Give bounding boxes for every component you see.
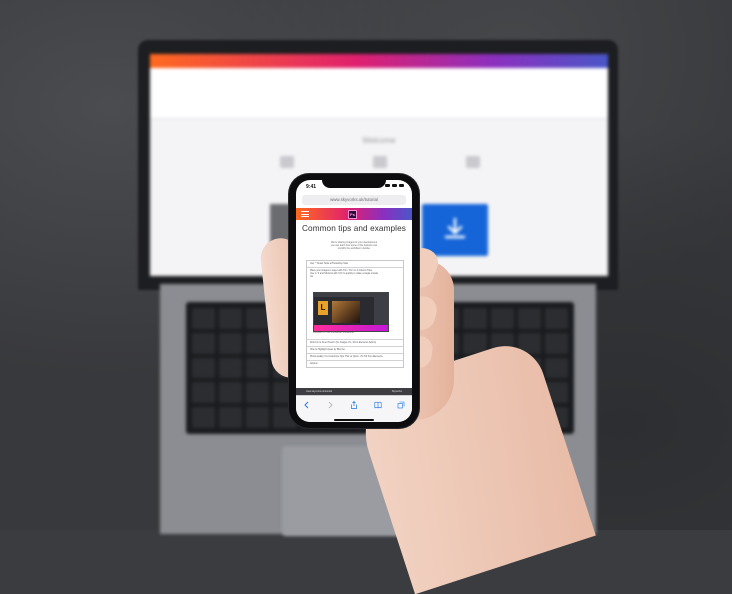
tip-image-caption: Fix Action Ps Tool in Elements and Actio… [313, 332, 355, 334]
tip-image-photo [332, 301, 360, 323]
bookmarks-icon[interactable] [374, 401, 382, 409]
footer-url: www.skyvorks.uk/tutorial [306, 390, 333, 393]
browser-toolbar [296, 395, 412, 422]
laptop-welcome-text: Welcome [362, 136, 396, 145]
forward-icon[interactable] [326, 401, 334, 409]
signal-icon [385, 184, 390, 187]
intro-text: We're sharing images for your developmen… [316, 241, 392, 251]
photoshop-logo[interactable]: Ps [348, 209, 357, 219]
hamburger-menu-icon[interactable] [301, 211, 309, 217]
tip-item[interactable]: Actions [307, 361, 403, 367]
share-icon[interactable] [350, 401, 358, 409]
status-time: 9:41 [306, 184, 317, 190]
laptop-site-topbar [150, 54, 608, 68]
tip-line: Go [310, 276, 314, 278]
feature-icon [373, 156, 387, 168]
tip-item-expanded[interactable]: Place your images in Layer with 'Fix' / … [307, 268, 403, 340]
photoshop-screenshot-image: L [313, 292, 389, 332]
intro-line: simplify the workflow in Adobe [338, 247, 370, 251]
tip-item[interactable]: Photo-quality: Fix Customize Tips Thin v… [307, 354, 403, 361]
back-icon[interactable] [303, 401, 311, 409]
battery-icon [399, 184, 404, 187]
tip-item[interactable]: Use "" Smart Tools a Photoshop Task [307, 261, 403, 268]
site-header: Ps [296, 208, 412, 220]
laptop-feature-icons [280, 156, 480, 168]
footer-brand: Skyworks [391, 390, 402, 393]
tabs-icon[interactable] [397, 401, 405, 409]
wifi-icon [392, 184, 397, 187]
tips-list: Use "" Smart Tools a Photoshop Task Plac… [306, 260, 404, 368]
phone-notch [322, 179, 386, 188]
site-footer-strip: www.skyvorks.uk/tutorial Skyworks [296, 388, 412, 395]
laptop-download-tile [422, 204, 488, 256]
address-bar[interactable]: www.skyvorks.uk/tutorial [302, 195, 406, 205]
laptop-site-header [150, 68, 608, 119]
home-indicator[interactable] [334, 419, 374, 421]
phone-screen: 9:41 www.skyvorks.uk/tutorial Ps Common … [296, 180, 412, 422]
status-icons [385, 184, 404, 187]
tip-image-banner [314, 325, 388, 331]
download-icon [444, 217, 466, 239]
tip-item[interactable]: How to Highlight Areas by Blur the [307, 347, 403, 354]
page-title: Common tips and examples [302, 224, 406, 233]
tip-item[interactable]: Dont Fix to Inner Pixel/s: (for Images, … [307, 340, 403, 347]
feature-icon [466, 156, 480, 168]
tip-image-letter: L [318, 301, 328, 315]
feature-icon [280, 156, 294, 168]
